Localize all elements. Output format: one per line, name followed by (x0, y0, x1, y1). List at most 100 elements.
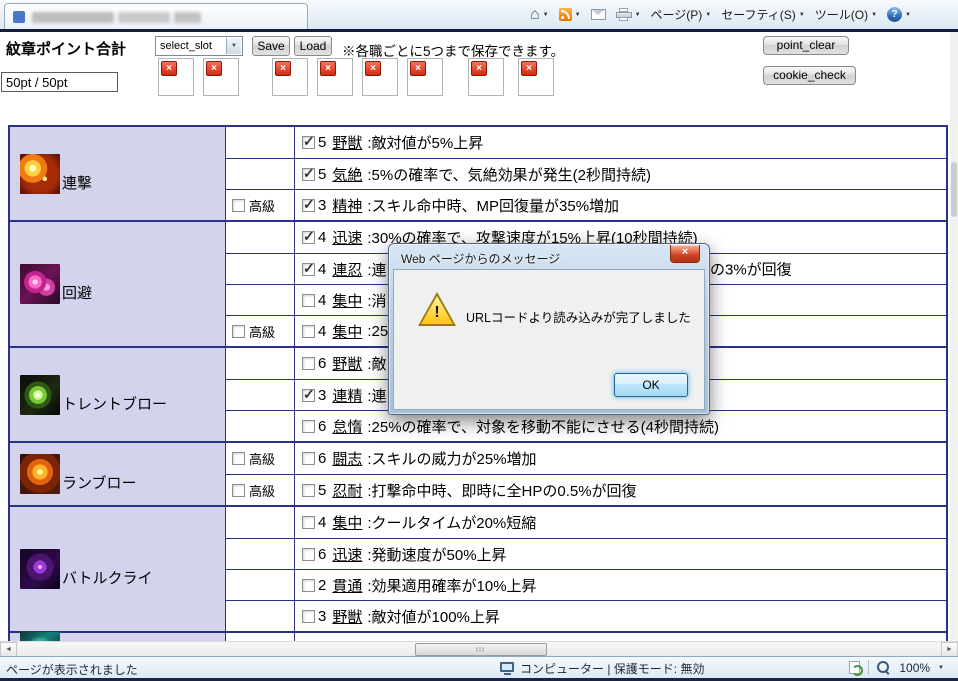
effect-name-link[interactable]: 連精 (332, 385, 362, 406)
scroll-left-button[interactable]: ◄ (0, 642, 17, 657)
effect-checkbox[interactable]: ✓ (302, 547, 315, 561)
effect-name-link[interactable]: 精神 (332, 195, 362, 216)
effect-checkbox[interactable]: ✓ (302, 386, 315, 402)
effect-name-link[interactable]: 集中 (332, 321, 362, 342)
premium-cell (226, 507, 295, 538)
dialog-title: Web ページからのメッセージ (401, 252, 561, 266)
effect-name-link[interactable]: 連忍 (332, 259, 362, 280)
vertical-scrollbar[interactable] (950, 32, 958, 641)
browser-tab[interactable] (4, 3, 308, 29)
premium-cell (226, 411, 295, 441)
effect-row: ✓ 5 野獣 :敵対値が5%上昇 (226, 127, 946, 158)
safety-menu[interactable]: セーフティ(S) ▼ (721, 6, 805, 23)
effect-desc: :敵対値が100%上昇 (367, 608, 500, 626)
rss-icon (558, 8, 572, 21)
effect-name-link[interactable]: 迅速 (332, 227, 362, 248)
effect-name-link[interactable]: 野獣 (332, 606, 362, 627)
slot-select-value: select_slot (160, 40, 212, 52)
effect-checkbox[interactable]: ✓ (302, 260, 315, 276)
skill-name-cell: 回避 (10, 222, 226, 346)
premium-checkbox[interactable]: ✓ (232, 198, 245, 212)
browser-toolbar: ⌂ ▼ ▼ ▼ ページ(P) ▼ セーフティ(S) ▼ ツール(O) ▼ ? ▼ (0, 0, 958, 32)
mail-icon (590, 9, 606, 20)
premium-checkbox[interactable]: ✓ (232, 452, 245, 465)
ok-button[interactable]: OK (614, 373, 688, 397)
chevron-down-icon: ▼ (798, 11, 805, 18)
effect-name-link[interactable]: 野獣 (332, 353, 362, 374)
effect-level: 6 (318, 545, 327, 563)
delete-slot-8-button[interactable]: × (521, 61, 537, 76)
tab-title-redacted (32, 12, 114, 23)
effect-desc: :25%の確率で、対象を移動不能にさせる(4秒間持続) (367, 418, 719, 436)
premium-cell (226, 159, 295, 189)
zoom-level[interactable]: 100% (899, 661, 930, 675)
delete-slot-7-button[interactable]: × (471, 61, 487, 76)
effect-name-link[interactable]: 貫通 (332, 575, 362, 596)
horizontal-scrollbar-thumb[interactable] (415, 643, 547, 656)
effect-checkbox[interactable]: ✓ (302, 419, 315, 433)
skill-name: 回避 (62, 285, 93, 302)
effect-name-link[interactable]: 怠惰 (332, 416, 362, 437)
help-menu[interactable]: ? ▼ (887, 7, 911, 22)
effect-checkbox[interactable]: ✓ (302, 609, 315, 623)
save-slot-6: × (407, 58, 443, 96)
effect-checkbox[interactable]: ✓ (302, 452, 315, 465)
rss-button[interactable]: ▼ (558, 8, 581, 21)
effect-desc: :発動速度が50%上昇 (367, 546, 507, 564)
effect-name-link[interactable]: 忍耐 (332, 480, 362, 501)
premium-cell (226, 601, 295, 631)
print-button[interactable]: ▼ (615, 8, 641, 21)
cookie-check-button[interactable]: cookie_check (763, 66, 856, 85)
effect-name-link[interactable]: 気絶 (332, 164, 362, 185)
effect-checkbox[interactable]: ✓ (302, 578, 315, 592)
check-icon: ✓ (303, 133, 315, 149)
effect-name-link[interactable]: 集中 (332, 512, 362, 533)
effect-desc: :スキル命中時、MP回復量が35%増加 (367, 197, 620, 215)
delete-slot-2-button[interactable]: × (206, 61, 222, 76)
effect-name-link[interactable]: 集中 (332, 290, 362, 311)
load-button[interactable]: Load (294, 36, 332, 56)
effect-checkbox[interactable]: ✓ (302, 324, 315, 338)
premium-cell (226, 254, 295, 284)
effect-checkbox[interactable]: ✓ (302, 228, 315, 244)
chevron-down-icon: ▼ (905, 11, 911, 18)
effect-checkbox[interactable]: ✓ (302, 516, 315, 529)
effect-name-link[interactable]: 闘志 (332, 448, 362, 469)
point-clear-button[interactable]: point_clear (763, 36, 849, 55)
delete-slot-4-button[interactable]: × (320, 61, 336, 76)
effect-checkbox[interactable]: ✓ (302, 133, 315, 149)
home-button[interactable]: ⌂ ▼ (530, 6, 549, 23)
premium-checkbox[interactable]: ✓ (232, 324, 245, 338)
dialog-close-button[interactable]: × (670, 245, 700, 263)
horizontal-scrollbar[interactable]: ◄ ► (0, 641, 958, 657)
effect-checkbox[interactable]: ✓ (302, 357, 315, 370)
save-button[interactable]: Save (252, 36, 290, 56)
effect-checkbox[interactable]: ✓ (302, 293, 315, 307)
vertical-scrollbar-thumb[interactable] (951, 162, 957, 217)
delete-slot-6-button[interactable]: × (410, 61, 426, 76)
page-refresh-icon[interactable] (849, 661, 864, 676)
chevron-down-icon: ▼ (542, 11, 549, 18)
tools-menu[interactable]: ツール(O) ▼ (815, 6, 877, 23)
delete-slot-5-button[interactable]: × (365, 61, 381, 76)
page-menu[interactable]: ページ(P) ▼ (651, 6, 712, 23)
skill-icon (20, 549, 60, 589)
effect-checkbox[interactable]: ✓ (302, 165, 315, 181)
chevron-down-icon[interactable]: ▼ (938, 665, 944, 671)
effect-desc: :スキルの威力が25%増加 (367, 451, 537, 468)
premium-label: 高級 (249, 452, 276, 467)
effect-checkbox[interactable]: ✓ (302, 483, 315, 497)
slot-select[interactable]: select_slot ▼ (155, 36, 243, 56)
premium-cell: ✓ 高級 (226, 316, 295, 346)
delete-slot-3-button[interactable]: × (275, 61, 291, 76)
scroll-right-button[interactable]: ► (941, 642, 958, 657)
effect-name-link[interactable]: 迅速 (332, 544, 362, 565)
points-input[interactable] (1, 72, 118, 92)
effect-desc: :打撃命中時、即時に全HPの0.5%が回復 (367, 482, 637, 500)
delete-slot-1-button[interactable]: × (161, 61, 177, 76)
effect-desc: :敵対値が5%上昇 (367, 135, 484, 152)
effect-checkbox[interactable]: ✓ (302, 196, 315, 212)
read-mail-button[interactable] (590, 9, 606, 20)
premium-checkbox[interactable]: ✓ (232, 483, 245, 497)
effect-name-link[interactable]: 野獣 (332, 132, 362, 153)
